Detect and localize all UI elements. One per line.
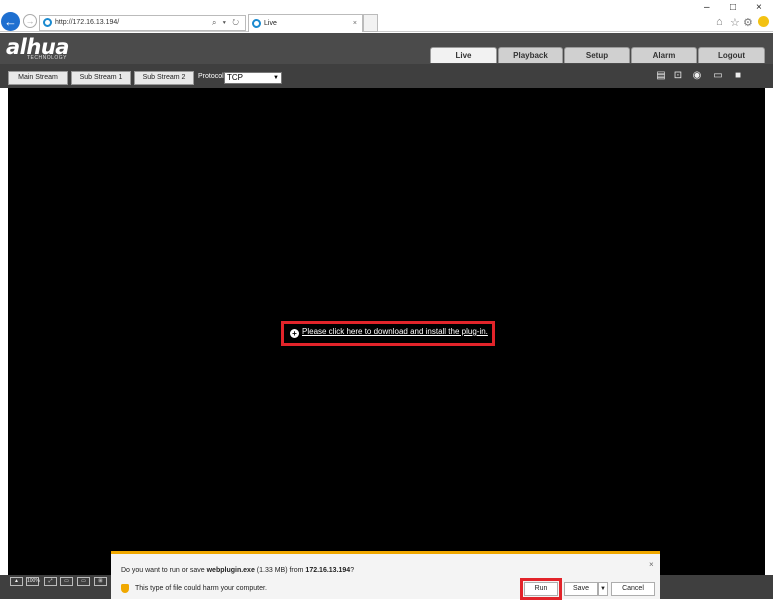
download-host: 172.16.13.194 <box>305 567 351 574</box>
protocol-value: TCP <box>227 73 243 82</box>
download-icon: + <box>290 329 299 338</box>
star-icon[interactable]: ☆ <box>730 16 740 29</box>
save-button[interactable]: Save <box>564 582 598 596</box>
save-options-dropdown-icon[interactable]: ▼ <box>598 582 608 596</box>
run-button[interactable]: Run <box>524 582 558 596</box>
tab-title: Live <box>264 20 277 27</box>
smiley-icon[interactable] <box>758 16 769 27</box>
cancel-button[interactable]: Cancel <box>611 582 655 596</box>
scale-icon[interactable]: ▭ <box>77 577 90 586</box>
grid-icon[interactable]: ⊞ <box>94 577 107 586</box>
maximize-icon[interactable]: □ <box>730 2 736 13</box>
zoom-icon[interactable]: ⊡ <box>671 70 685 82</box>
back-arrow-icon[interactable]: ← <box>1 12 20 31</box>
main-stream-button[interactable]: Main Stream <box>8 71 68 85</box>
protocol-label: Protocol <box>198 73 224 80</box>
forward-arrow-icon[interactable]: → <box>23 14 37 28</box>
tab-live[interactable]: Live <box>430 47 497 63</box>
download-notification-bar: Do you want to run or save webplugin.exe… <box>111 551 660 600</box>
browser-tab[interactable]: Live × <box>248 14 363 32</box>
address-tools-icon[interactable]: ⌕ ▾ ↻ <box>212 16 241 30</box>
tab-setup[interactable]: Setup <box>564 47 630 63</box>
fullscreen-icon[interactable]: ⤢ <box>44 577 57 586</box>
download-warning: This type of file could harm your comput… <box>135 585 267 592</box>
zoom-100-icon[interactable]: 100% <box>26 577 40 586</box>
tab-logout[interactable]: Logout <box>698 47 765 63</box>
sub-stream-2-button[interactable]: Sub Stream 2 <box>134 71 194 85</box>
logo-subtitle: TECHNOLOGY <box>27 55 68 61</box>
address-bar[interactable]: http://172.16.13.194/ ⌕ ▾ ↻ <box>39 15 246 31</box>
minimize-icon[interactable]: – <box>704 2 710 13</box>
tab-alarm[interactable]: Alarm <box>631 47 697 63</box>
chevron-down-icon: ▼ <box>273 75 279 81</box>
plugin-download-link[interactable]: Please click here to download and instal… <box>302 327 488 336</box>
sub-stream-1-button[interactable]: Sub Stream 1 <box>71 71 131 85</box>
snapshot-icon[interactable]: ◉ <box>690 70 704 82</box>
printer-icon[interactable]: ▤ <box>654 70 668 82</box>
camera-icon[interactable]: ■ <box>731 70 745 82</box>
tab-playback[interactable]: Playback <box>498 47 563 63</box>
new-tab-button[interactable] <box>363 14 378 32</box>
home-icon[interactable]: ⌂ <box>716 16 723 28</box>
tab-close-icon[interactable]: × <box>353 15 357 32</box>
shield-warning-icon <box>121 584 129 593</box>
fit-icon[interactable]: ▲ <box>10 577 23 586</box>
record-icon[interactable]: ▭ <box>711 70 725 82</box>
protocol-select[interactable]: TCP ▼ <box>224 72 282 84</box>
ie-tab-icon <box>252 19 261 28</box>
download-msg-pre: Do you want to run or save <box>121 567 207 574</box>
download-message: Do you want to run or save webplugin.exe… <box>121 567 354 574</box>
plugin-link-highlight[interactable]: + Please click here to download and inst… <box>281 321 495 346</box>
download-close-icon[interactable]: × <box>649 560 654 569</box>
gear-icon[interactable]: ⚙ <box>743 16 753 29</box>
download-msg-post: ? <box>350 567 355 574</box>
browser-chrome: ← → http://172.16.13.194/ ⌕ ▾ ↻ Live × –… <box>0 0 773 32</box>
address-url: http://172.16.13.194/ <box>55 19 120 26</box>
download-filename: webplugin.exe <box>206 567 255 574</box>
download-size: (1.33 MB) from <box>254 567 306 574</box>
ie-icon <box>43 18 52 27</box>
ratio-icon[interactable]: ▭ <box>60 577 73 586</box>
close-window-icon[interactable]: × <box>756 2 762 13</box>
